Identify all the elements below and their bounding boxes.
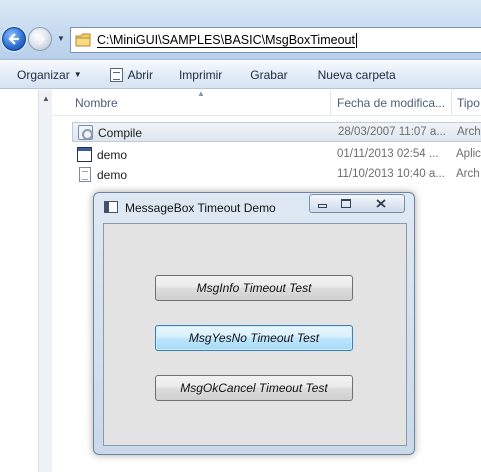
forward-arrow-icon (35, 33, 46, 45)
sort-ascending-icon: ▲ (197, 89, 205, 98)
burn-button[interactable]: Grabar (250, 68, 287, 82)
file-name: demo (97, 168, 128, 182)
file-modified: 01/11/2013 02:54 ... (337, 148, 439, 160)
forward-button[interactable] (28, 27, 52, 51)
navigation-scrollbar[interactable]: ▲ (38, 90, 52, 472)
file-name: Compile (98, 126, 143, 140)
open-button[interactable]: Abrir (109, 67, 153, 82)
window-icon (104, 201, 118, 213)
recent-pages-dropdown-icon[interactable]: ▼ (56, 33, 66, 45)
address-path: C:\MiniGUI\SAMPLES\BASIC\MsgBoxTimeout (97, 32, 355, 48)
close-icon (376, 199, 386, 208)
msginfo-timeout-button[interactable]: MsgInfo Timeout Test (155, 275, 353, 301)
address-input[interactable]: C:\MiniGUI\SAMPLES\BASIC\MsgBoxTimeout (70, 27, 481, 53)
maximize-icon (341, 199, 351, 208)
settings-file-icon (78, 125, 93, 140)
maximize-button[interactable] (334, 194, 359, 213)
address-bar-area: ▼ C:\MiniGUI\SAMPLES\BASIC\MsgBoxTimeout (0, 0, 481, 60)
scroll-up-icon[interactable]: ▲ (42, 94, 50, 103)
msgokcancel-timeout-button[interactable]: MsgOkCancel Timeout Test (155, 375, 353, 401)
file-row[interactable]: demo 01/11/2013 02:54 ... Aplic (72, 145, 481, 165)
dialog-title: MessageBox Timeout Demo (125, 201, 276, 215)
chevron-down-icon: ▼ (73, 70, 82, 79)
dialog-client-area: MsgInfo Timeout Test MsgYesNo Timeout Te… (103, 223, 407, 446)
text-file-icon (79, 167, 91, 182)
column-name[interactable]: Nombre (75, 96, 118, 110)
command-bar: Organizar ▼ Abrir Imprimir Grabar Nueva … (0, 61, 481, 89)
file-row[interactable]: Compile 28/03/2007 11:07 a... Arch (72, 122, 481, 142)
messagebox-demo-window: MessageBox Timeout Demo MsgInfo Timeout … (93, 192, 415, 455)
back-button[interactable] (2, 27, 26, 51)
organize-label: Organizar (17, 67, 70, 82)
file-modified: 11/10/2013 10:40 a... (337, 168, 445, 180)
new-folder-button[interactable]: Nueva carpeta (318, 68, 396, 82)
open-label: Abrir (127, 67, 153, 82)
column-header: ▲ Nombre Fecha de modifica... Tipo (53, 89, 481, 116)
minimize-button[interactable] (309, 194, 335, 213)
column-type[interactable]: Tipo (457, 96, 480, 110)
column-modified[interactable]: Fecha de modifica... (337, 96, 445, 110)
file-modified: 28/03/2007 11:07 a... (338, 126, 446, 138)
msgyesno-timeout-button[interactable]: MsgYesNo Timeout Test (155, 325, 353, 351)
dialog-titlebar[interactable]: MessageBox Timeout Demo (94, 193, 414, 221)
file-type: Aplic (456, 148, 481, 160)
folder-icon (75, 33, 91, 47)
file-row[interactable]: demo 11/10/2013 10:40 a... Arch (72, 165, 481, 185)
print-button[interactable]: Imprimir (179, 68, 222, 82)
open-icon (109, 67, 123, 82)
close-button[interactable] (358, 194, 405, 213)
column-divider[interactable] (330, 90, 331, 116)
back-arrow-icon (8, 33, 19, 45)
file-type: Arch (456, 168, 480, 180)
text-caret (355, 32, 357, 48)
minimize-icon (317, 204, 327, 208)
application-icon (77, 147, 92, 162)
file-name: demo (97, 148, 128, 162)
column-divider[interactable] (451, 90, 452, 116)
organize-menu[interactable]: Organizar ▼ (17, 68, 82, 82)
file-type: Arch (457, 126, 481, 138)
